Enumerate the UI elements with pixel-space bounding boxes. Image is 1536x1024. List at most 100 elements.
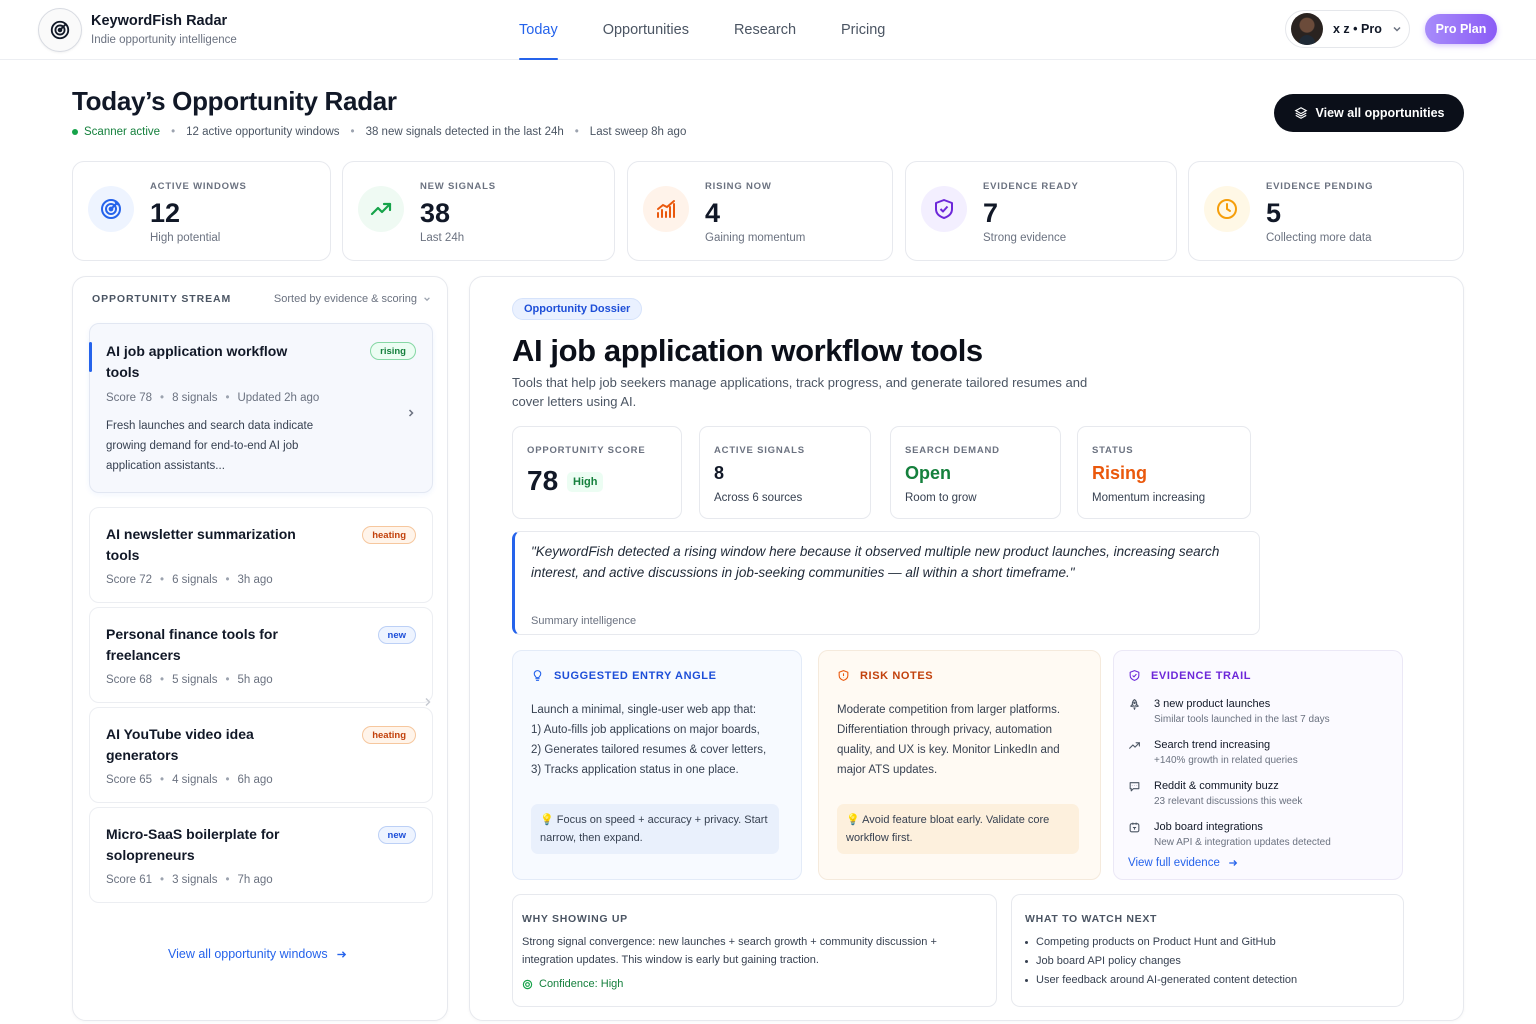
opportunity-title: Micro-SaaS boilerplate for solopreneurs <box>106 826 280 863</box>
entry-line: Launch a minimal, single-user web app th… <box>531 704 757 716</box>
stat-sub: Collecting more data <box>1266 232 1372 244</box>
main-nav: Today Opportunities Research Pricing <box>519 0 930 60</box>
target-icon <box>88 186 134 232</box>
stat-label: NEW SIGNALS <box>420 181 496 192</box>
evidence-item[interactable]: 3 new product launches Similar tools laun… <box>1128 697 1398 728</box>
heading-text: SUGGESTED ENTRY ANGLE <box>554 669 717 682</box>
evidence-title: 3 new product launches <box>1154 698 1271 710</box>
stat-sub: Last 24h <box>420 232 465 244</box>
stream-heading: OPPORTUNITY STREAM <box>92 293 232 305</box>
confidence-text: Confidence: High <box>539 978 624 990</box>
last-sweep: Last sweep 8h ago <box>589 126 687 138</box>
evidence-item[interactable]: Reddit & community buzz 23 relevant discu… <box>1128 779 1398 810</box>
opportunity-meta: Score 65 • 4 signals • 6h ago <box>106 774 273 786</box>
stat-new-signals[interactable]: NEW SIGNALS 38 Last 24h <box>342 161 615 261</box>
chevron-down-icon <box>1393 26 1401 32</box>
view-all-opportunities-button[interactable]: View all opportunities <box>1274 94 1464 132</box>
list-item[interactable]: AI newsletter summarization tools heatin… <box>89 507 433 603</box>
clock-icon <box>1204 186 1250 232</box>
metric-label: SEARCH DEMAND <box>905 445 1000 456</box>
watch-item: User feedback around AI-generated conten… <box>1025 971 1385 990</box>
risk-notes-body: Moderate competition from larger platfor… <box>837 704 1061 776</box>
risk-notes-card: RISK NOTES Moderate competition from lar… <box>818 650 1101 880</box>
layers-icon <box>1294 107 1307 119</box>
evidence-title: Reddit & community buzz <box>1154 780 1279 792</box>
sort-dropdown[interactable]: Sorted by evidence & scoring <box>274 293 431 305</box>
opportunity-title: AI YouTube video idea generators <box>106 726 254 763</box>
chat-icon <box>1128 779 1142 810</box>
status-badge: new <box>377 826 416 844</box>
list-item[interactable]: Micro-SaaS boilerplate for solopreneurs … <box>89 807 433 903</box>
list-item[interactable]: AI YouTube video idea generators heating… <box>89 707 433 803</box>
risk-notes-heading: RISK NOTES <box>837 669 933 682</box>
score: Score 72 <box>106 574 153 586</box>
signals-count: 38 new signals detected in the last 24h <box>365 126 564 138</box>
page-title: Today’s Opportunity Radar <box>72 86 397 116</box>
watch-list: Competing products on Product Hunt and G… <box>1025 933 1385 990</box>
stat-evidence-ready[interactable]: EVIDENCE READY 7 Strong evidence <box>905 161 1177 261</box>
stat-label: EVIDENCE PENDING <box>1266 181 1374 192</box>
shield-alert-icon <box>838 670 849 681</box>
stat-rising-now[interactable]: RISING NOW 4 Gaining momentum <box>627 161 893 261</box>
scroll-chevron-icon[interactable] <box>424 697 432 707</box>
watch-item: Job board API policy changes <box>1025 952 1385 971</box>
arrow-right-icon <box>1229 860 1238 866</box>
status-badge: heating <box>362 526 416 544</box>
summary-quote: "KeywordFish detected a rising window he… <box>512 531 1260 635</box>
evidence-trail-heading: EVIDENCE TRAIL <box>1128 669 1251 682</box>
why-showing-up-card: WHY SHOWING UP Strong signal convergence… <box>512 894 997 1007</box>
stat-sub: High potential <box>150 232 221 244</box>
watch-item: Competing products on Product Hunt and G… <box>1025 933 1385 952</box>
signals: 8 signals <box>172 392 218 404</box>
opportunity-stream-panel: OPPORTUNITY STREAM Sorted by evidence & … <box>72 276 448 1021</box>
brand-tagline: Indie opportunity intelligence <box>91 34 237 46</box>
metric-sub: Momentum increasing <box>1092 492 1206 504</box>
metric-value: Rising <box>1092 463 1148 483</box>
score: Score 78 <box>106 392 153 404</box>
opportunity-description: Fresh launches and search data indicate … <box>106 420 314 472</box>
evidence-item[interactable]: Job board integrations New API & integrat… <box>1128 820 1398 851</box>
nav-pricing[interactable]: Pricing <box>841 0 885 60</box>
nav-research[interactable]: Research <box>734 0 796 60</box>
entry-line: 2) Generates tailored resumes & cover le… <box>531 744 767 756</box>
nav-opportunities[interactable]: Opportunities <box>603 0 689 60</box>
pro-plan-button[interactable]: Pro Plan <box>1425 14 1497 44</box>
tip-text: Focus on speed + accuracy + privacy. Sta… <box>540 814 768 844</box>
rocket-icon <box>1128 697 1142 728</box>
view-all-windows-link[interactable]: View all opportunity windows <box>168 947 347 961</box>
opportunity-dossier-panel: Opportunity Dossier AI job application w… <box>469 276 1464 1021</box>
brand-name: KeywordFish Radar <box>91 13 228 29</box>
stat-value: 38 <box>420 198 451 228</box>
stat-evidence-pending[interactable]: EVIDENCE PENDING 5 Collecting more data <box>1188 161 1464 261</box>
chevron-right-icon <box>408 409 414 417</box>
stat-active-windows[interactable]: ACTIVE WINDOWS 12 High potential <box>72 161 331 261</box>
tip-text: Avoid feature bloat early. Validate core… <box>846 814 1050 844</box>
user-menu[interactable]: x z • Pro <box>1285 10 1410 48</box>
evidence-sub: 23 relevant discussions this week <box>1154 796 1303 807</box>
updated-time: 3h ago <box>237 574 273 586</box>
brand[interactable]: KeywordFish Radar Indie opportunity inte… <box>38 8 237 52</box>
list-item[interactable]: AI job application workflow tools rising… <box>89 323 433 493</box>
stat-sub: Strong evidence <box>983 232 1067 244</box>
status-badge: heating <box>362 726 416 744</box>
view-full-evidence-link[interactable]: View full evidence <box>1128 857 1238 869</box>
metric-sub: Across 6 sources <box>714 492 803 504</box>
top-header: KeywordFish Radar Indie opportunity inte… <box>0 0 1536 60</box>
why-heading: WHY SHOWING UP <box>522 913 628 925</box>
chevron-down-icon <box>424 297 430 302</box>
evidence-item[interactable]: Search trend increasing +140% growth in r… <box>1128 738 1398 769</box>
evidence-trail-card: EVIDENCE TRAIL 3 new product launches Sim… <box>1113 650 1403 880</box>
nav-today[interactable]: Today <box>519 0 558 60</box>
plug-icon <box>1128 820 1142 851</box>
entry-angle-body: Launch a minimal, single-user web app th… <box>531 700 781 780</box>
list-item[interactable]: Personal finance tools for freelancers n… <box>89 607 433 703</box>
opportunity-title: Personal finance tools for freelancers <box>106 626 278 663</box>
lightbulb-icon: 💡 <box>846 814 860 826</box>
heading-text: EVIDENCE TRAIL <box>1151 669 1252 682</box>
updated-time: 6h ago <box>237 774 273 786</box>
signals: 4 signals <box>172 774 218 786</box>
entry-line: 3) Tracks application status in one plac… <box>531 764 739 776</box>
opportunity-meta: Score 78 • 8 signals • Updated 2h ago <box>106 392 320 404</box>
evidence-title: Job board integrations <box>1154 821 1263 833</box>
entry-line: 1) Auto-fills job applications on major … <box>531 724 760 736</box>
